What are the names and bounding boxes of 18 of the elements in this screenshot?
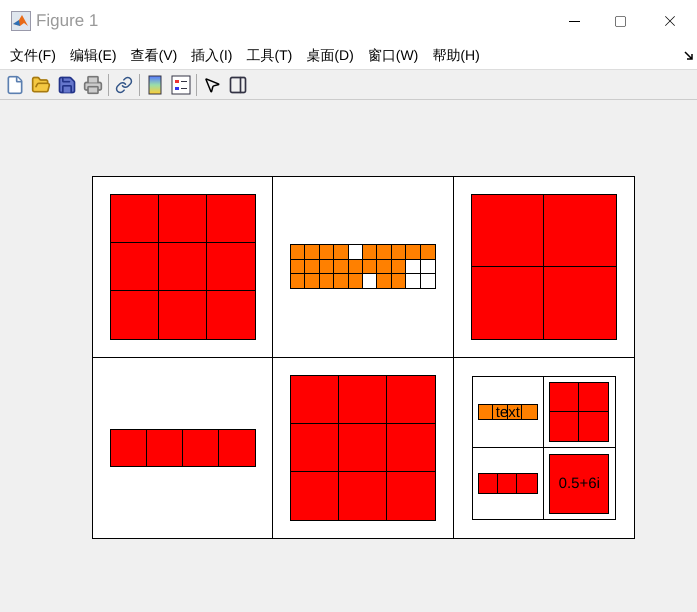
arrow-icon <box>684 50 694 60</box>
printer-icon[interactable] <box>82 74 104 96</box>
menu-item[interactable]: 文件(F) <box>3 45 63 66</box>
minimize-icon <box>568 20 580 22</box>
menu-item[interactable]: 插入(I) <box>184 45 240 66</box>
app-logo-icon <box>11 11 31 31</box>
menu-item[interactable]: 编辑(E) <box>62 45 124 66</box>
save-icon[interactable] <box>56 74 78 96</box>
menu-item[interactable]: 桌面(D) <box>299 45 361 66</box>
window-title: Figure 1 <box>36 10 98 32</box>
menu-item[interactable]: 工具(T) <box>239 45 300 66</box>
menu-item[interactable]: 窗口(W) <box>360 45 426 66</box>
menu-item[interactable]: 查看(V) <box>124 45 184 66</box>
maximize-icon <box>614 14 626 28</box>
menu-item[interactable]: 帮助(H) <box>425 45 487 66</box>
array-value-label: 0.5+6i <box>558 474 601 494</box>
legend-icon[interactable] <box>170 74 192 96</box>
panel-icon[interactable] <box>227 74 249 96</box>
